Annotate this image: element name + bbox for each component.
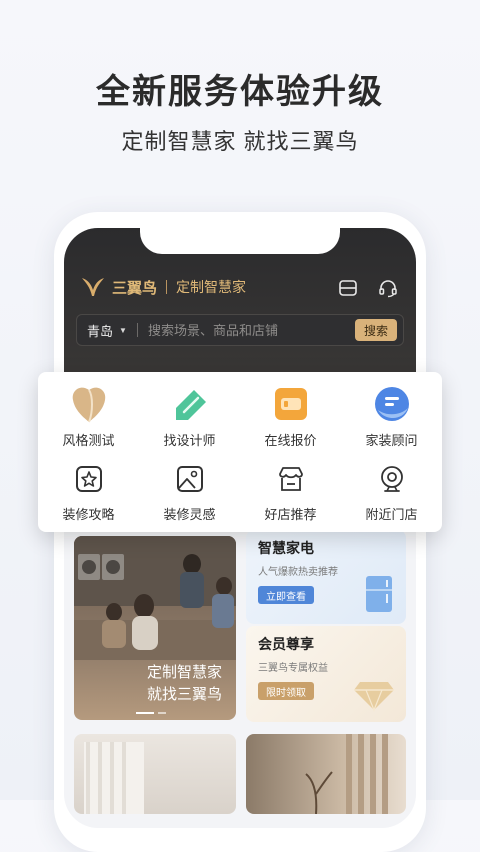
search-button[interactable]: 搜索: [355, 319, 397, 341]
banner-line1: 定制智慧家: [146, 664, 222, 681]
service-style-test[interactable]: 风格测试: [38, 382, 139, 458]
promo-headline: 全新服务体验升级: [96, 73, 384, 111]
banner-dot-active: [136, 712, 154, 714]
city-name: 青岛: [87, 323, 114, 339]
consultant-icon: [370, 382, 414, 426]
service-renovation-guide[interactable]: 装修攻略: [38, 458, 139, 530]
diamond-icon: [354, 682, 394, 712]
content-tile-decor[interactable]: [246, 734, 406, 815]
service-renovation-inspiration[interactable]: 装修灵感: [139, 458, 240, 530]
phone-notch: [140, 228, 340, 254]
appliance-title: 智慧家电: [258, 540, 314, 556]
caret-down-icon: ▼: [119, 325, 127, 335]
app-logo: 三翼鸟 定制智慧家: [80, 274, 246, 300]
fridge-icon: [366, 576, 392, 612]
service-label: 找设计师: [163, 433, 216, 448]
headset-icon[interactable]: [378, 278, 398, 298]
content-tile-curtain[interactable]: [74, 734, 236, 814]
star-guide-icon: [74, 464, 104, 494]
service-label: 风格测试: [62, 433, 115, 448]
service-label: 装修灵感: [163, 507, 216, 522]
service-nearby-stores[interactable]: 附近门店: [341, 458, 442, 530]
vip-card[interactable]: 会员尊享 三翼鸟专属权益 限时领取: [246, 626, 406, 722]
wing-logo-icon: [82, 278, 104, 296]
service-label: 装修攻略: [62, 507, 115, 522]
curtain-room-photo: [84, 742, 144, 814]
service-consultant[interactable]: 家装顾问: [341, 382, 442, 458]
service-label: 附近门店: [365, 507, 418, 522]
vip-title: 会员尊享: [258, 636, 314, 652]
scan-icon[interactable]: [338, 278, 358, 298]
service-find-designer[interactable]: 找设计师: [139, 382, 240, 458]
banner-caption: 定制智慧家 就找三翼鸟: [147, 662, 222, 706]
image-icon: [175, 464, 205, 494]
location-camera-icon: [377, 464, 407, 494]
service-label: 家装顾问: [365, 433, 418, 448]
vip-subtitle: 三翼鸟专属权益: [258, 663, 328, 674]
search-bar: 青岛 ▼ 搜索: [76, 314, 404, 346]
store-icon: [276, 464, 306, 494]
banner-pagination: [136, 712, 166, 714]
service-label: 好店推荐: [264, 507, 317, 522]
quote-icon: [269, 382, 313, 426]
decor-room-photo: [305, 734, 388, 815]
brand-tagline: 定制智慧家: [176, 279, 247, 295]
banner-line2: 就找三翼鸟: [146, 686, 222, 703]
service-store-recommend[interactable]: 好店推荐: [240, 458, 341, 530]
banner-dot: [158, 712, 166, 714]
service-online-quote[interactable]: 在线报价: [240, 382, 341, 458]
promo-banner[interactable]: 定制智慧家 就找三翼鸟: [74, 536, 236, 720]
logo-divider: [166, 280, 168, 294]
smart-appliance-card[interactable]: 智慧家电 人气爆款热卖推荐 立即查看: [246, 530, 406, 624]
designer-icon: [168, 382, 212, 426]
claim-button[interactable]: 限时领取: [258, 682, 314, 700]
view-now-button[interactable]: 立即查看: [258, 586, 314, 604]
service-label: 在线报价: [264, 433, 317, 448]
city-selector[interactable]: 青岛 ▼: [77, 321, 127, 340]
service-menu-card: 风格测试 找设计师 在线报价 家装顾问 装修攻略 装修灵感 好店推荐 附近门店: [38, 372, 442, 532]
style-test-icon: [67, 382, 111, 426]
brand-name: 三翼鸟: [112, 279, 158, 297]
promo-subline: 定制智慧家 就找三翼鸟: [121, 129, 359, 154]
search-input[interactable]: [137, 322, 355, 338]
